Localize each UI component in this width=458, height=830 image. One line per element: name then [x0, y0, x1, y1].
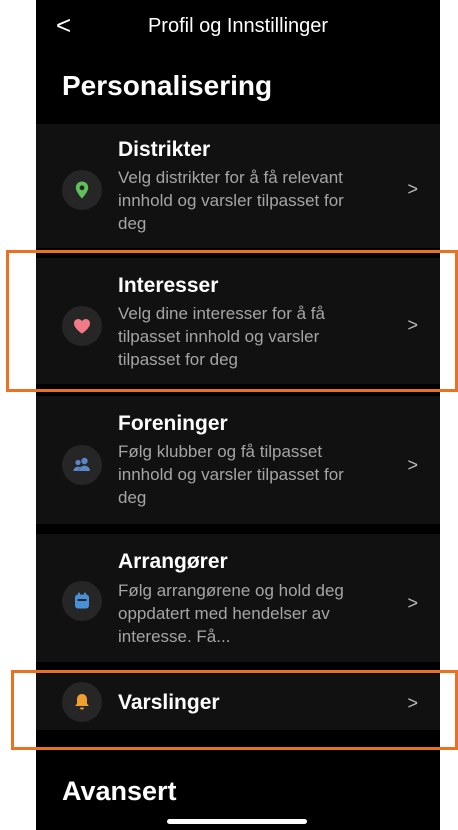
phone-screen: < Profil og Innstillinger Personaliserin…: [36, 0, 440, 830]
item-description: Velg distrikter for å få relevant innhol…: [118, 168, 344, 233]
group-icon: [62, 445, 102, 485]
settings-item-foreninger[interactable]: Foreninger Følg klubber og få tilpasset …: [36, 396, 440, 524]
item-title: Arrangører: [118, 550, 228, 573]
item-title: Distrikter: [118, 138, 211, 161]
item-description: Velg dine interesser for å få tilpasset …: [118, 304, 325, 369]
section-heading-avansert: Avansert: [62, 776, 177, 806]
location-pin-icon: [62, 170, 102, 210]
heart-icon: [62, 306, 102, 346]
item-title: Interesser: [118, 274, 219, 297]
page-title: Profil og Innstillinger: [147, 15, 329, 37]
settings-item-arrangorer[interactable]: Arrangører Følg arrangørene og hold deg …: [36, 534, 440, 662]
item-description: Følg arrangørene og hold deg oppdatert m…: [118, 581, 344, 646]
item-title: Varslinger: [118, 691, 220, 714]
chevron-right-icon: >: [407, 593, 418, 613]
chevron-right-icon: >: [407, 315, 418, 335]
item-title: Foreninger: [118, 412, 228, 435]
settings-item-distrikter[interactable]: Distrikter Velg distrikter for å få rele…: [36, 124, 440, 248]
home-indicator[interactable]: [167, 819, 307, 824]
section-heading-personalisering: Personalisering: [62, 70, 273, 101]
calendar-icon: [62, 581, 102, 621]
chevron-right-icon: >: [407, 693, 418, 713]
settings-item-interesser[interactable]: Interesser Velg dine interesser for å få…: [36, 258, 440, 384]
navigation-bar: < Profil og Innstillinger: [36, 0, 440, 52]
item-description: Følg klubber og få tilpasset innhold og …: [118, 442, 344, 507]
bell-icon: [62, 682, 102, 722]
chevron-right-icon: >: [407, 455, 418, 475]
chevron-right-icon: >: [407, 179, 418, 199]
settings-item-varslinger[interactable]: Varslinger >: [36, 674, 440, 730]
